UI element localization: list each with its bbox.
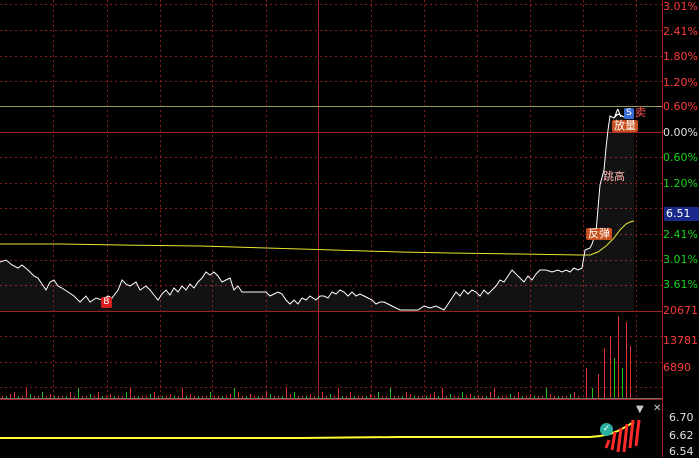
price-area xyxy=(0,112,634,311)
chart-grid xyxy=(0,0,663,457)
gap-up-tag: 跳高 xyxy=(603,170,625,183)
collapse-panel-icon[interactable]: ▼ xyxy=(636,405,644,415)
volume-axis-mid: 13781 xyxy=(663,334,698,347)
price-area-fill xyxy=(0,112,634,311)
volume-bars xyxy=(2,316,631,398)
indicator-axis-top: 6.70 xyxy=(669,411,694,424)
buy-marker[interactable]: B xyxy=(101,297,112,308)
price-axis-label: 3.61% xyxy=(663,278,698,291)
price-axis-label: 1.80% xyxy=(663,50,698,63)
avg-path xyxy=(0,220,635,256)
price-axis-label: 1.20% xyxy=(663,177,698,190)
indicator-axis-low: 6.54 xyxy=(669,445,694,458)
volume-axis-top: 20671 xyxy=(663,304,698,317)
price-axis-label: 0.60% xyxy=(663,151,698,164)
average-price-line xyxy=(0,220,635,256)
current-price-flag: 6.51 xyxy=(664,207,699,221)
indicator-panel xyxy=(0,419,641,453)
volume-surge-tag: 放量 xyxy=(612,119,638,132)
indicator-bar xyxy=(604,439,611,449)
close-panel-icon[interactable]: ✕ xyxy=(653,404,661,414)
price-axis-label: 2.41% xyxy=(663,25,698,38)
price-axis-label: 2.41% xyxy=(663,228,698,241)
sell-marker[interactable]: 卖 xyxy=(635,107,646,119)
price-axis-label: 1.20% xyxy=(663,76,698,89)
price-axis-label: 0.00% xyxy=(663,126,698,139)
volume-axis-low: 6890 xyxy=(663,361,691,374)
indicator-bar xyxy=(610,431,617,451)
price-axis-label: 3.01% xyxy=(663,253,698,266)
rebound-tag: 反弹 xyxy=(586,227,612,240)
indicator-bar xyxy=(634,419,641,447)
price-axis-label: 0.60% xyxy=(663,100,698,113)
price-axis-label: 3.01% xyxy=(663,0,698,13)
indicator-path xyxy=(0,421,635,439)
indicator-axis-mid: 6.62 xyxy=(669,429,694,442)
check-icon[interactable]: ✓ xyxy=(600,423,613,436)
signal-s-marker[interactable]: S xyxy=(624,108,634,119)
